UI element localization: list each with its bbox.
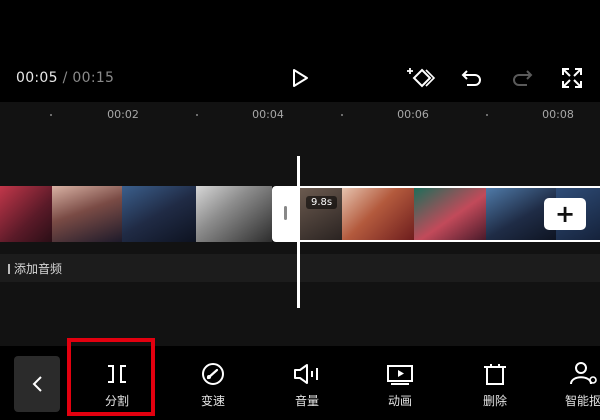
time-ruler: 00:02 00:04 00:06 00:08 (0, 102, 600, 128)
ruler-label: 00:06 (397, 108, 429, 121)
audio-bar-icon (8, 264, 10, 274)
tool-label: 变速 (200, 394, 225, 408)
keyframe-add-icon (407, 68, 436, 88)
split-tool-highlight-box (67, 338, 155, 416)
clip-thumbnail (196, 186, 272, 242)
clip-thumbnail (0, 186, 52, 242)
ruler-label: 00:08 (542, 108, 574, 121)
volume-icon (294, 364, 318, 384)
ruler-tick (486, 114, 488, 116)
clip-trim-handle[interactable] (272, 186, 300, 242)
playhead[interactable] (297, 156, 300, 308)
clip-thumbnail (52, 186, 122, 242)
undo-icon (461, 70, 481, 86)
tool-volume[interactable]: 音量 (272, 352, 342, 414)
current-time: 00:05 (16, 70, 58, 86)
tool-label: 智能抠 (564, 394, 600, 408)
keyframe-button[interactable] (406, 66, 436, 90)
time-separator: / (62, 70, 68, 86)
total-time: 00:15 (72, 70, 115, 86)
clip-thumbnail (414, 188, 486, 240)
tool-label: 动画 (387, 394, 412, 408)
redo-button[interactable] (510, 66, 534, 90)
ruler-tick (341, 114, 343, 116)
plus-icon: + (554, 200, 576, 228)
fullscreen-button[interactable] (560, 66, 584, 90)
chevron-left-icon (32, 376, 42, 392)
add-audio-label: 添加音频 (8, 260, 62, 277)
timeline[interactable]: 00:02 00:04 00:06 00:08 9.8s + 添加音频 (0, 102, 600, 346)
play-icon (293, 69, 308, 87)
play-button[interactable] (288, 66, 312, 90)
video-clip-1[interactable] (0, 186, 272, 242)
preview-area: 00:05 / 00:15 (0, 0, 600, 102)
animation-icon (387, 365, 413, 385)
back-button[interactable] (14, 356, 60, 412)
undo-button[interactable] (460, 66, 484, 90)
fullscreen-icon (562, 68, 582, 88)
clip-thumbnail (342, 188, 414, 240)
ruler-label: 00:02 (107, 108, 139, 121)
handle-grip (284, 206, 287, 220)
delete-icon (484, 364, 506, 385)
smart-cutout-icon (570, 362, 597, 385)
redo-icon (513, 70, 533, 86)
ruler-tick (196, 114, 198, 116)
add-clip-button[interactable]: + (544, 198, 586, 230)
tool-label: 音量 (294, 394, 319, 408)
tool-label: 删除 (482, 394, 507, 408)
tool-animation[interactable]: 动画 (365, 352, 435, 414)
ruler-tick (50, 114, 52, 116)
tool-speed[interactable]: 变速 (178, 352, 248, 414)
clip-thumbnail (122, 186, 196, 242)
tool-delete[interactable]: 删除 (460, 352, 530, 414)
add-audio-track[interactable]: 添加音频 (0, 254, 600, 282)
speed-icon (202, 363, 224, 385)
timecode: 00:05 / 00:15 (16, 70, 114, 86)
clip-duration-badge: 9.8s (306, 196, 338, 209)
tool-smart-cutout[interactable]: 智能抠 (548, 352, 600, 414)
ruler-label: 00:04 (252, 108, 284, 121)
